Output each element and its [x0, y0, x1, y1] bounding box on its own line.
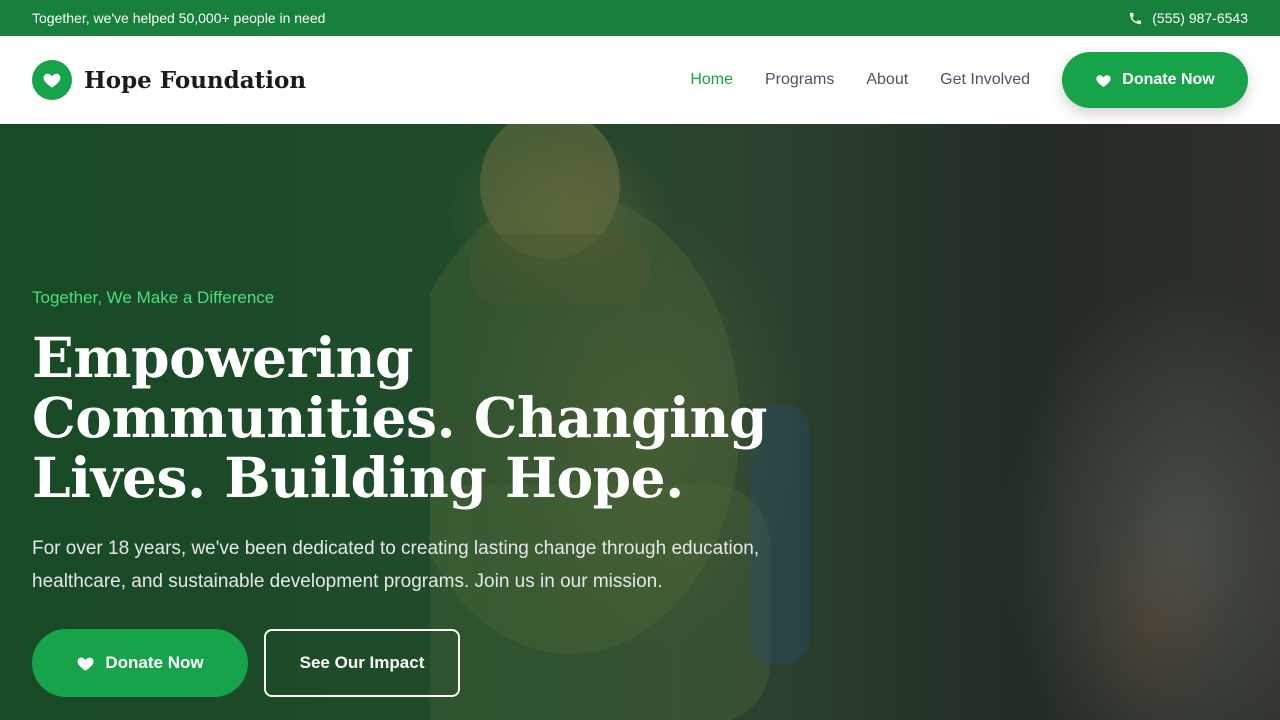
heart-icon	[1096, 74, 1111, 87]
nav-get-involved[interactable]: Get Involved	[940, 71, 1030, 89]
phone-number: (555) 987-6543	[1152, 10, 1248, 26]
brand-home-link[interactable]: Hope Foundation	[32, 60, 306, 100]
announcement-text: Together, we've helped 50,000+ people in…	[32, 10, 326, 26]
description-line: For over 18 years, we've been dedicated …	[32, 538, 760, 559]
hero-section: Together, We Make a Difference Empowerin…	[0, 124, 1280, 720]
headline-line: Communities. Changing	[32, 385, 767, 450]
see-impact-button[interactable]: See Our Impact	[264, 629, 460, 697]
logo-badge	[32, 60, 72, 100]
description-line: healthcare, and sustainable development …	[32, 571, 663, 592]
site-header: Hope Foundation Home Programs About Get …	[0, 36, 1280, 124]
headline-line: Lives. Building Hope.	[32, 445, 684, 510]
phone-link[interactable]: (555) 987-6543	[1128, 10, 1248, 26]
phone-icon	[1130, 12, 1142, 24]
headline-line: Empowering	[32, 325, 413, 390]
nav-about[interactable]: About	[866, 71, 908, 89]
hero-description: For over 18 years, we've been dedicated …	[32, 532, 822, 598]
nav-programs[interactable]: Programs	[765, 71, 834, 89]
heart-icon	[77, 657, 94, 671]
hero-eyebrow: Together, We Make a Difference	[32, 288, 275, 307]
heart-icon	[43, 73, 61, 88]
hero-headline: Empowering Communities. Changing Lives. …	[32, 328, 832, 508]
brand-name: Hope Foundation	[84, 66, 307, 94]
nav-home[interactable]: Home	[690, 71, 733, 89]
see-impact-label: See Our Impact	[299, 653, 425, 672]
hero-donate-button[interactable]: Donate Now	[32, 629, 248, 697]
top-announcement-bar: Together, we've helped 50,000+ people in…	[0, 0, 1280, 36]
header-donate-button[interactable]: Donate Now	[1062, 52, 1248, 108]
hero-donate-label: Donate Now	[105, 653, 204, 672]
header-donate-label: Donate Now	[1122, 71, 1215, 88]
main-nav: Home Programs About Get Involved Donate …	[658, 52, 1248, 108]
